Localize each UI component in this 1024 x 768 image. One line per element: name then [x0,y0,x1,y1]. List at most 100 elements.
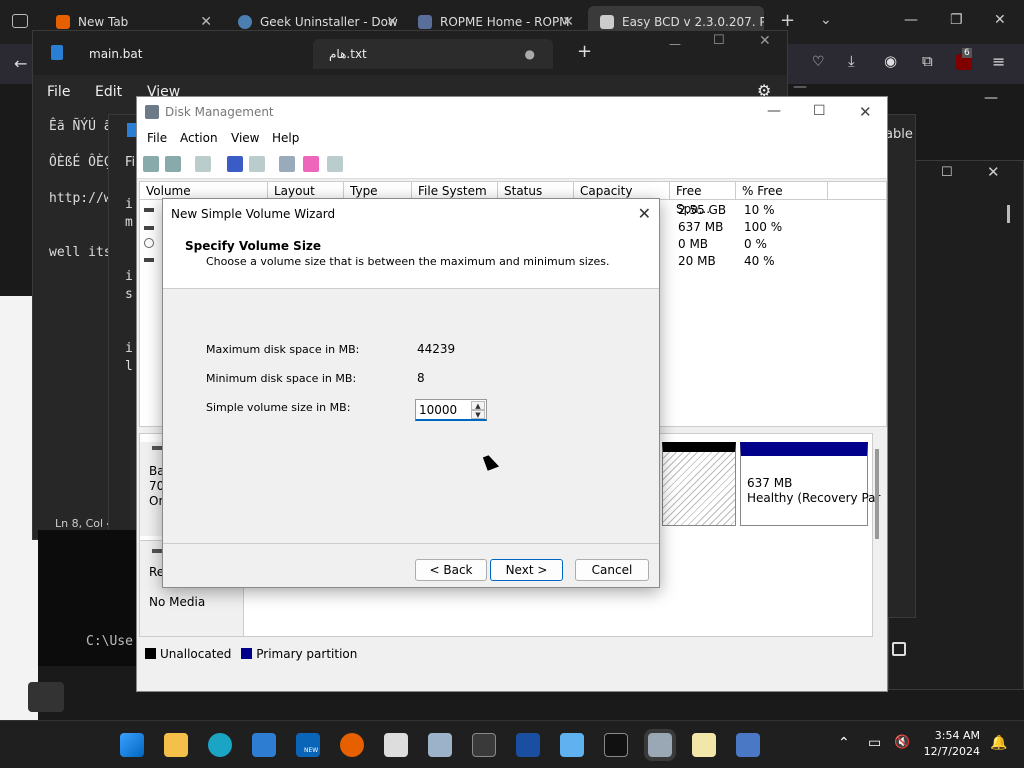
geek-icon [238,15,252,29]
outlook-icon[interactable]: NEW [296,733,320,757]
notes-icon[interactable] [692,733,716,757]
row-3-pct: 40 % [744,254,775,268]
column-free-space[interactable]: Free Spa... [670,182,736,216]
chat-icon[interactable] [28,682,64,712]
row-1-pct: 100 % [744,220,783,234]
minimize-icon[interactable]: — [767,103,781,119]
pocket-icon[interactable]: ♡ [812,54,825,70]
disk-management-icon[interactable] [644,729,676,761]
menu-edit[interactable]: Edit [95,84,122,100]
wizard-titlebar: New Simple Volume Wizard ✕ [163,199,659,229]
minimize-icon[interactable]: — [793,79,807,95]
tab-label: هام.txt [329,47,367,61]
desktop-icon[interactable] [892,642,906,656]
partition-recovery[interactable]: 637 MB Healthy (Recovery Par [740,442,880,526]
help-icon[interactable] [227,156,243,172]
tab-label: Easy BCD v 2.3.0.207. P [622,15,764,29]
tab-label: New Tab [78,15,129,29]
download-icon[interactable]: ⤓ [848,52,855,70]
firefox-icon[interactable] [340,733,364,757]
new-tab-icon[interactable]: + [780,10,795,31]
store-icon[interactable] [252,733,276,757]
menu-action[interactable]: Action [180,131,218,145]
start-icon[interactable] [120,733,144,757]
forward-icon[interactable] [165,156,181,172]
back-button[interactable]: < Back [415,559,487,581]
chevron-down-icon[interactable]: ⌄ [820,12,832,28]
hamburger-menu-icon[interactable]: ≡ [992,52,1005,71]
clock-date[interactable]: 12/7/2024 [920,745,980,758]
cancel-button[interactable]: Cancel [575,559,649,581]
maximize-icon[interactable]: ☐ [713,33,725,48]
next-button[interactable]: Next > [490,559,563,581]
notification-bell-icon[interactable]: 🔔 [990,735,1007,751]
volume-muted-icon[interactable]: 🔇 [894,735,910,750]
volume-size-input[interactable] [419,402,469,418]
outlook-badge: NEW [304,747,319,754]
new-tab-icon[interactable]: + [577,41,592,62]
edge-icon[interactable] [208,733,232,757]
notepad-line: http://w [49,191,112,206]
close-icon[interactable]: ✕ [987,163,1000,181]
column-percent-free[interactable]: % Free [736,182,828,200]
uninstaller-icon[interactable] [428,733,452,757]
terminal-icon[interactable] [472,733,496,757]
close-icon[interactable]: ✕ [638,204,651,223]
stepper-arrows: ▲ ▼ [471,401,485,419]
chevron-up-icon[interactable]: ⌃ [838,735,850,751]
extensions-icon[interactable]: ⧉ [922,52,933,70]
menu-file[interactable]: Fi [125,155,135,170]
minimize-icon[interactable]: — [904,12,918,28]
scrollbar[interactable] [1007,205,1010,223]
network-icon[interactable]: ▭ [868,735,881,751]
notepad-line: ÔÈßÉ ÔÈÇ [49,155,112,170]
close-icon[interactable]: ✕ [759,33,771,49]
properties-icon[interactable] [249,156,265,172]
connect-icon[interactable] [279,156,295,172]
menu-help[interactable]: Help [272,131,299,145]
wizard-subheading: Choose a volume size that is between the… [206,255,610,268]
menu-file[interactable]: File [47,84,70,100]
notepad-icon [51,45,63,60]
window-title: Disk Management [165,105,274,119]
maximize-icon[interactable]: ❐ [950,12,963,28]
taskbar: NEW ⌃ ▭ 🔇 3:54 AM 12/7/2024 🔔 [0,720,1024,768]
cmd-icon[interactable] [604,733,628,757]
back-arrow-icon[interactable]: ← [14,54,27,73]
page-minimize: — [984,90,998,106]
clock-time[interactable]: 3:54 AM [920,729,980,742]
partition-status: Healthy (Recovery Par [747,491,881,505]
check-icon[interactable] [303,156,319,172]
account-icon[interactable]: ◉ [884,52,897,70]
partition-unallocated-stripe[interactable] [662,442,736,526]
minimize-icon[interactable]: — [669,37,681,51]
unsaved-dot-icon: ● [524,47,535,61]
stepper-down-icon[interactable]: ▼ [471,410,485,419]
min-space-value: 8 [417,371,425,385]
menu-view[interactable]: View [231,131,259,145]
maximize-icon[interactable]: ☐ [813,103,826,119]
notepad-status: Ln 8, Col 4 [55,517,114,530]
powershell-icon[interactable] [516,733,540,757]
list-icon[interactable] [195,156,211,172]
back-icon[interactable] [143,156,159,172]
file-explorer-icon[interactable] [164,733,188,757]
7zip-icon[interactable] [384,733,408,757]
tab-actions-icon[interactable] [12,14,28,28]
graph-scrollbar[interactable] [875,449,879,539]
stepper-up-icon[interactable]: ▲ [471,401,485,410]
notepad-tab-main-bat[interactable]: main.bat [89,39,142,69]
close-icon[interactable]: ✕ [994,12,1006,28]
menu-file[interactable]: File [147,131,167,145]
close-icon[interactable]: ✕ [859,103,872,121]
remote-desktop-icon[interactable] [736,733,760,757]
max-space-label: Maximum disk space in MB: [206,343,360,356]
window-line: i [125,269,133,284]
notepad-tab-txt[interactable]: هام.txt ● [313,39,553,69]
maximize-icon[interactable]: ☐ [941,165,953,180]
notepad-icon[interactable] [560,733,584,757]
row-3-free: 20 MB [678,254,716,268]
volume-size-stepper[interactable]: ▲ ▼ [415,399,487,421]
settings-icon[interactable] [327,156,343,172]
mouse-cursor-icon [482,453,500,471]
